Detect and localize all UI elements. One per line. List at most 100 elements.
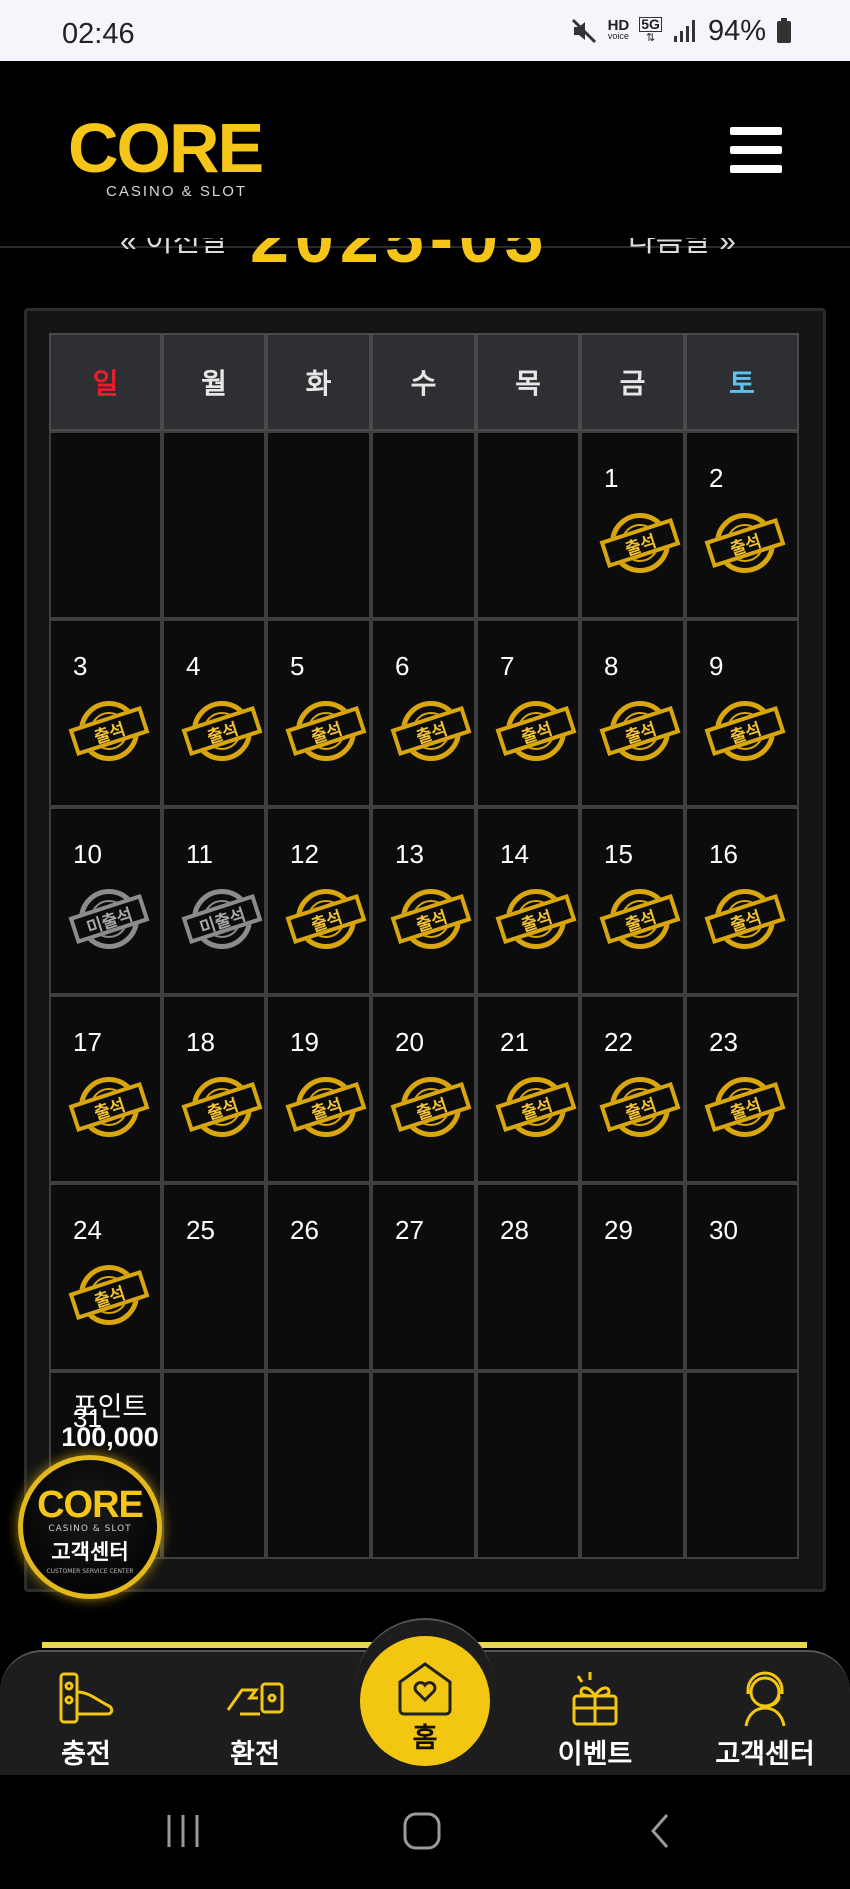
calendar-day-cell: 27 <box>371 1183 476 1371</box>
home-system-button[interactable] <box>402 1811 442 1855</box>
day-number: 25 <box>186 1215 215 1245</box>
hd-voice-icon: HD voice <box>607 17 630 41</box>
day-number: 26 <box>290 1215 319 1245</box>
nav-home-button[interactable]: 홈 <box>360 1636 490 1766</box>
calendar-day-cell: 23 출석 <box>685 995 799 1183</box>
points-display: 포인트 100,000 <box>54 1392 166 1452</box>
calendar-day-cell: 22 출석 <box>580 995 685 1183</box>
badge-logo: CORE <box>37 1484 144 1526</box>
calendar-day-cell: 14 출석 <box>476 807 580 995</box>
mute-icon <box>570 17 598 45</box>
calendar-day-cell: 15 출석 <box>580 807 685 995</box>
attendance-stamp-icon: 출석 <box>704 1069 786 1145</box>
prev-month-link[interactable]: « 이전달 <box>120 238 228 260</box>
calendar-day-cell: 29 <box>580 1183 685 1371</box>
core-logo[interactable]: CORE CASINO & SLOT <box>68 113 288 205</box>
calendar-day-cell: 26 <box>266 1183 371 1371</box>
calendar-day-cell: 1 출석 <box>580 431 685 619</box>
deposit-icon <box>26 1666 146 1732</box>
calendar-day-cell: 12 출석 <box>266 807 371 995</box>
network-5g-icon: 5G ⇅ <box>639 16 662 44</box>
attendance-stamp-icon: 출석 <box>704 693 786 769</box>
badge-subtitle: CUSTOMER SERVICE CENTER <box>46 1568 134 1575</box>
calendar-day-cell: 2 출석 <box>685 431 799 619</box>
attendance-stamp-icon: 출석 <box>704 881 786 957</box>
day-number: 5 <box>290 651 305 681</box>
calendar-day-cell: 21 출석 <box>476 995 580 1183</box>
day-number: 20 <box>395 1027 424 1057</box>
calendar-day-cell: 11 미출석 <box>162 807 266 995</box>
day-number: 16 <box>709 839 738 869</box>
day-number: 21 <box>500 1027 529 1057</box>
back-button[interactable] <box>645 1811 675 1855</box>
day-number: 14 <box>500 839 529 869</box>
attendance-stamp-icon: 출석 <box>181 693 263 769</box>
calendar-day-cell: 17 출석 <box>49 995 162 1183</box>
day-number: 7 <box>500 651 515 681</box>
attendance-stamp-icon: 출석 <box>285 693 367 769</box>
day-number: 22 <box>604 1027 633 1057</box>
calendar-day-cell <box>580 1371 685 1559</box>
weekday-header: 금 <box>580 333 685 431</box>
customer-service-badge[interactable]: CORE CASINO & SLOT 고객센터 CUSTOMER SERVICE… <box>18 1455 162 1599</box>
day-number: 28 <box>500 1215 529 1245</box>
weekday-header: 일 <box>49 333 162 431</box>
weekday-header-row: 일월화수목금토 <box>49 333 799 431</box>
absent-stamp-icon: 미출석 <box>68 881 150 957</box>
calendar-day-cell: 7 출석 <box>476 619 580 807</box>
battery-icon <box>776 18 792 44</box>
weekday-header: 수 <box>371 333 476 431</box>
calendar-day-cell <box>371 431 476 619</box>
day-number: 13 <box>395 839 424 869</box>
headset-icon <box>705 1666 825 1732</box>
calendar-day-cell: 18 출석 <box>162 995 266 1183</box>
day-number: 3 <box>73 651 88 681</box>
month-navigation: « 이전달 2025-05 다음달 » <box>0 238 850 268</box>
day-number: 11 <box>186 839 213 869</box>
recent-apps-button[interactable] <box>163 1811 203 1855</box>
day-number: 12 <box>290 839 319 869</box>
attendance-stamp-icon: 출석 <box>285 881 367 957</box>
weekday-header: 목 <box>476 333 580 431</box>
calendar-day-cell: 6 출석 <box>371 619 476 807</box>
day-number: 27 <box>395 1215 424 1245</box>
attendance-stamp-icon: 출석 <box>68 1069 150 1145</box>
status-bar: 02:46 HD voice 5G ⇅ 94% <box>0 0 850 61</box>
status-icons: HD voice 5G ⇅ 94% <box>570 14 792 48</box>
system-navigation-bar <box>0 1775 850 1889</box>
calendar-day-cell: 10 미출석 <box>49 807 162 995</box>
day-number: 17 <box>73 1027 102 1057</box>
points-label: 포인트 <box>72 1392 148 1422</box>
nav-deposit[interactable]: 충전 <box>26 1666 146 1771</box>
attendance-stamp-icon: 출석 <box>390 1069 472 1145</box>
calendar-day-cell: 20 출석 <box>371 995 476 1183</box>
calendar-day-cell: 4 출석 <box>162 619 266 807</box>
attendance-stamp-icon: 출석 <box>599 1069 681 1145</box>
attendance-stamp-icon: 출석 <box>68 1257 150 1333</box>
badge-title: 고객센터 <box>51 1540 129 1564</box>
status-time: 02:46 <box>62 18 135 50</box>
attendance-stamp-icon: 출석 <box>704 505 786 581</box>
attendance-stamp-icon: 출석 <box>495 693 577 769</box>
weekday-header: 화 <box>266 333 371 431</box>
day-number: 10 <box>73 839 102 869</box>
gift-icon <box>535 1666 655 1732</box>
nav-withdraw[interactable]: 환전 <box>195 1666 315 1771</box>
attendance-stamp-icon: 출석 <box>390 881 472 957</box>
absent-stamp-icon: 미출석 <box>181 881 263 957</box>
calendar-day-cell: 3 출석 <box>49 619 162 807</box>
day-number: 30 <box>709 1215 738 1245</box>
calendar-day-cell <box>476 431 580 619</box>
day-number: 9 <box>709 651 724 681</box>
next-month-link[interactable]: 다음달 » <box>628 238 736 260</box>
day-number: 6 <box>395 651 410 681</box>
attendance-stamp-icon: 출석 <box>599 505 681 581</box>
hamburger-menu-button[interactable] <box>730 127 782 173</box>
day-number: 19 <box>290 1027 319 1057</box>
calendar-day-cell: 24 출석 <box>49 1183 162 1371</box>
month-title: 2025-05 <box>250 238 549 268</box>
nav-support[interactable]: 고객센터 <box>705 1666 825 1771</box>
nav-event[interactable]: 이벤트 <box>535 1666 655 1771</box>
attendance-stamp-icon: 출석 <box>599 881 681 957</box>
calendar-day-cell: 19 출석 <box>266 995 371 1183</box>
